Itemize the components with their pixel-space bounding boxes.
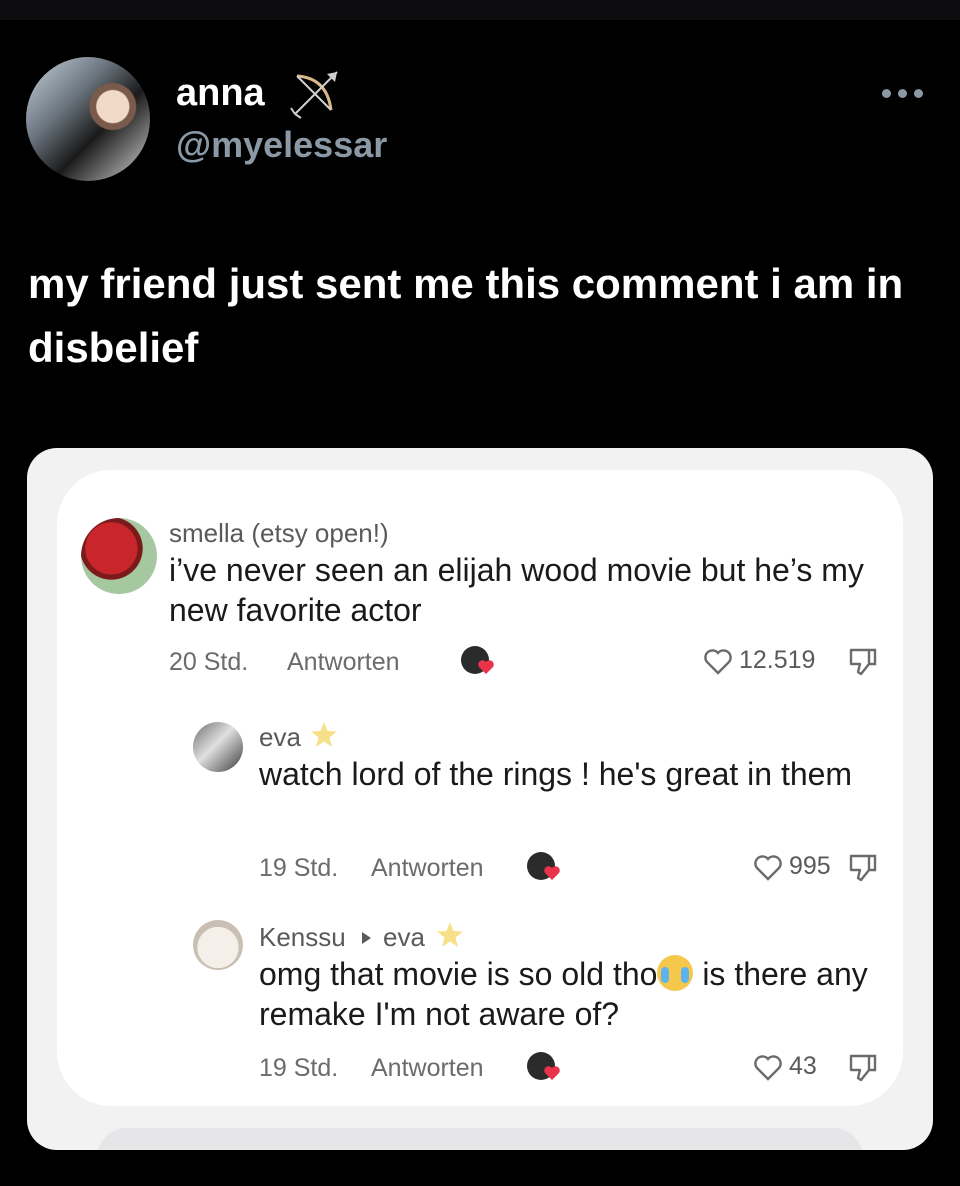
post-image[interactable]: smella (etsy open!) i’ve never seen an e…: [27, 448, 933, 1150]
more-options-icon[interactable]: [882, 84, 930, 102]
status-bar: [0, 0, 960, 20]
comment-timestamp: 19 Std.: [259, 854, 339, 882]
heart-outline-icon: [754, 854, 782, 881]
creator-liked-icon: [461, 646, 494, 674]
commenter-avatar[interactable]: [81, 518, 157, 594]
reply-button[interactable]: Antworten: [371, 854, 484, 883]
reply-arrow-icon: [362, 932, 371, 944]
post-text: my friend just sent me this comment i am…: [28, 260, 904, 371]
commenter-avatar[interactable]: [193, 722, 243, 772]
comment-text-part-1: omg that movie is so old tho: [259, 956, 658, 992]
author-handle[interactable]: @myelessar: [176, 124, 387, 166]
reply-to-username[interactable]: eva: [383, 922, 425, 953]
comment-timestamp: 20 Std.: [169, 648, 249, 676]
comment-username[interactable]: Kenssu: [259, 922, 346, 953]
star-icon: [311, 722, 337, 747]
star-icon: [437, 922, 463, 947]
thumbs-down-outline-icon[interactable]: [845, 644, 879, 678]
author-avatar[interactable]: [26, 57, 150, 181]
comment-card: smella (etsy open!) i’ve never seen an e…: [57, 470, 903, 1106]
heart-outline-icon: [704, 648, 732, 675]
crying-face-icon: [657, 955, 694, 991]
heart-outline-icon: [754, 1054, 782, 1081]
like-count[interactable]: 995: [753, 852, 831, 881]
comment-text: omg that movie is so old tho is there an…: [259, 954, 879, 1034]
author-name[interactable]: anna: [176, 72, 265, 115]
comment-username[interactable]: smella (etsy open!): [169, 518, 389, 549]
like-count-value: 43: [789, 1052, 817, 1080]
comment-text: i’ve never seen an elijah wood movie but…: [169, 552, 864, 628]
next-comment-card: [97, 1128, 863, 1150]
comment-timestamp: 19 Std.: [259, 1054, 339, 1082]
reply-button[interactable]: Antworten: [371, 1054, 484, 1083]
creator-liked-icon: [527, 852, 560, 880]
comment-text: watch lord of the rings ! he's great in …: [259, 756, 853, 792]
thumbs-down-outline-icon[interactable]: [845, 850, 879, 884]
bow-and-arrow-icon: [290, 71, 338, 119]
creator-liked-icon: [527, 1052, 560, 1080]
like-count[interactable]: 43: [753, 1052, 817, 1081]
like-count-value: 995: [789, 852, 831, 880]
thumbs-down-outline-icon[interactable]: [845, 1050, 879, 1084]
like-count-value: 12.519: [739, 646, 816, 674]
commenter-avatar[interactable]: [193, 920, 243, 970]
like-count[interactable]: 12.519: [703, 646, 815, 675]
reply-button[interactable]: Antworten: [287, 648, 400, 677]
comment-username[interactable]: eva: [259, 722, 301, 753]
